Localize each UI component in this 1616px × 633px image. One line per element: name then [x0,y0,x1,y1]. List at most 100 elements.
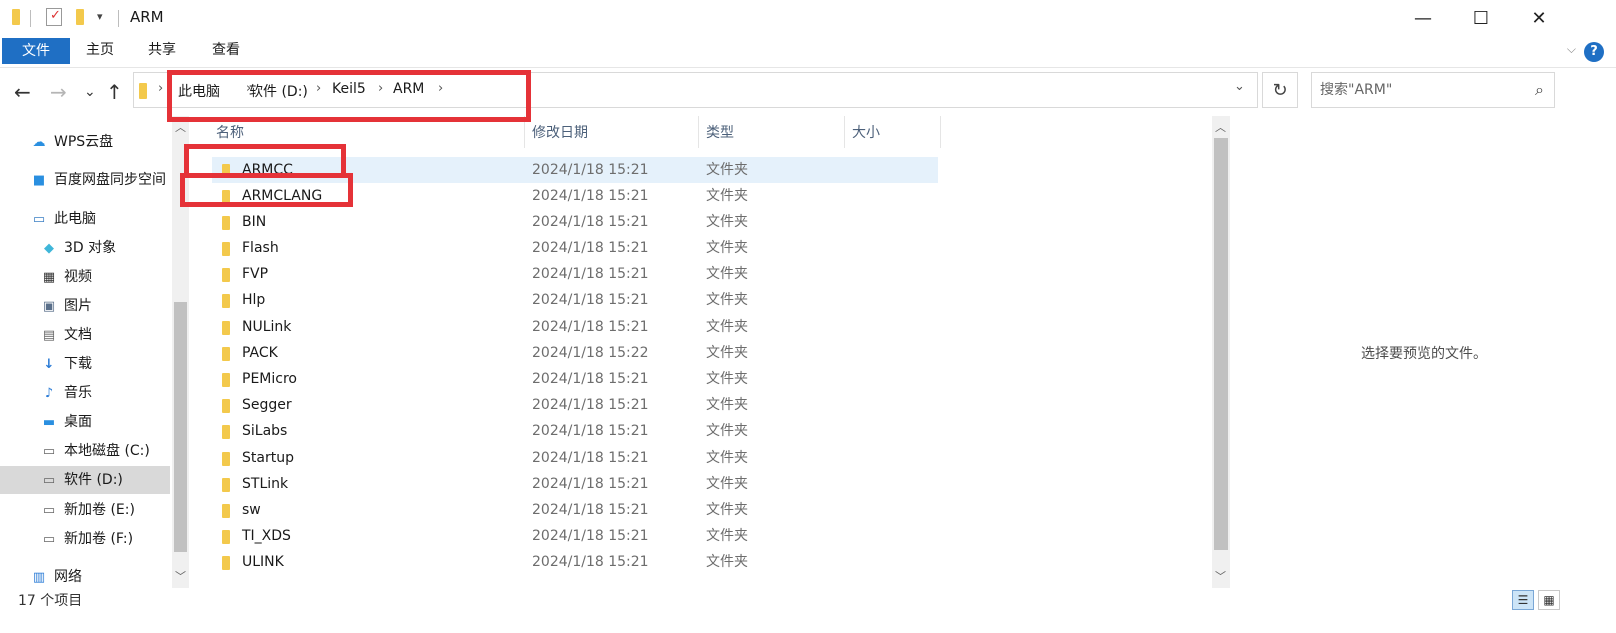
properties-check-icon[interactable]: ✓ [46,8,62,26]
search-icon[interactable]: ⌕ [1535,80,1544,100]
file-type: 文件夹 [706,214,748,230]
sidebar-item-videos[interactable]: ▦ 视频 [0,263,170,291]
scroll-down-icon[interactable]: ﹀ [175,568,186,584]
file-list-scrollbar[interactable]: ︿ ﹀ [1212,116,1230,588]
sidebar-item-network[interactable]: ▥ 网络 [0,563,170,588]
large-icons-view-button[interactable]: ▦ [1538,590,1560,610]
file-date: 2024/1/18 15:21 [532,423,649,439]
sidebar-item-desktop[interactable]: ▬ 桌面 [0,408,170,436]
new-folder-icon[interactable] [76,9,84,25]
recent-locations-button[interactable]: ⌄ [84,84,96,100]
search-input[interactable] [1320,74,1520,106]
chevron-right-icon[interactable]: › [158,81,163,96]
sidebar-item-documents[interactable]: ▤ 文档 [0,321,170,349]
table-row[interactable]: NULink 2024/1/18 15:21 文件夹 [212,314,938,340]
table-row[interactable]: FVP 2024/1/18 15:21 文件夹 [212,261,938,287]
table-row[interactable]: STLink 2024/1/18 15:21 文件夹 [212,471,938,497]
column-divider[interactable] [698,116,699,148]
scroll-down-icon[interactable]: ﹀ [1215,568,1226,584]
breadcrumb-drive-d[interactable]: 软件 (D:) [249,81,308,101]
maximize-button[interactable]: ☐ [1452,0,1510,36]
sidebar-scroll-thumb[interactable] [174,302,187,552]
chevron-right-icon[interactable]: › [316,81,321,96]
sidebar-item-music[interactable]: ♪ 音乐 [0,379,170,407]
table-row[interactable]: Startup 2024/1/18 15:21 文件夹 [212,445,938,471]
chevron-right-icon[interactable]: › [378,81,383,96]
sidebar-item-baidu-netdisk[interactable]: ■ 百度网盘同步空间 [0,166,170,194]
sidebar-item-drive-d[interactable]: ▭ 软件 (D:) [0,466,170,494]
table-row[interactable]: BIN 2024/1/18 15:21 文件夹 [212,209,938,235]
drive-icon: ▭ [42,503,56,518]
column-header-size[interactable]: 大小 [846,116,880,150]
pictures-icon: ▣ [42,299,56,314]
column-divider[interactable] [940,116,941,148]
column-divider[interactable] [844,116,845,148]
sidebar-item-label: 此电脑 [54,211,96,227]
folder-icon [222,556,230,570]
chevron-right-icon[interactable]: › [438,81,443,96]
breadcrumb-this-pc[interactable]: 此电脑 [178,81,220,101]
quick-access-dropdown-icon[interactable]: ▾ [97,10,103,23]
sidebar-item-label: 下载 [64,356,92,372]
sidebar-item-wps-cloud[interactable]: ☁ WPS云盘 [0,128,170,156]
table-row[interactable]: TI_XDS 2024/1/18 15:21 文件夹 [212,523,938,549]
forward-button[interactable]: → [50,80,67,104]
breadcrumb-keil5[interactable]: Keil5 [332,81,366,97]
tab-share[interactable]: 共享 [132,36,192,64]
drive-icon: ▭ [42,473,56,488]
sidebar-item-pictures[interactable]: ▣ 图片 [0,292,170,320]
search-box[interactable]: ⌕ [1311,72,1555,108]
table-row[interactable]: PEMicro 2024/1/18 15:21 文件夹 [212,366,938,392]
tab-home[interactable]: 主页 [70,36,130,64]
sidebar-item-drive-f[interactable]: ▭ 新加卷 (F:) [0,525,170,553]
file-list-scroll-thumb[interactable] [1214,138,1228,550]
sidebar-scrollbar[interactable]: ︿ ﹀ [172,116,189,588]
file-date: 2024/1/18 15:21 [532,502,649,518]
table-row[interactable]: PACK 2024/1/18 15:22 文件夹 [212,340,938,366]
preview-pane: 选择要预览的文件。 [1232,116,1616,588]
sidebar-item-label: 桌面 [64,414,92,430]
breadcrumb-arm[interactable]: ARM [393,81,424,97]
table-row[interactable]: ULINK 2024/1/18 15:21 文件夹 [212,549,938,575]
sidebar-item-downloads[interactable]: ↓ 下载 [0,350,170,378]
table-row[interactable]: SiLabs 2024/1/18 15:21 文件夹 [212,418,938,444]
file-type: 文件夹 [706,554,748,570]
sidebar-item-3d-objects[interactable]: ◆ 3D 对象 [0,234,170,262]
video-icon: ▦ [42,270,56,285]
sidebar-item-drive-c[interactable]: ▭ 本地磁盘 (C:) [0,437,170,465]
scroll-up-icon[interactable]: ︿ [1215,119,1226,135]
folder-icon [222,347,230,361]
tab-file[interactable]: 文件 [2,38,70,64]
column-divider[interactable] [524,116,525,148]
folder-icon [222,190,230,204]
column-header-type[interactable]: 类型 [700,116,734,150]
table-row[interactable]: ARMCLANG 2024/1/18 15:21 文件夹 [212,183,938,209]
address-dropdown-icon[interactable]: ⌄ [1234,79,1245,94]
column-header-date[interactable]: 修改日期 [526,116,588,150]
file-date: 2024/1/18 15:21 [532,371,649,387]
file-type: 文件夹 [706,397,748,413]
folder-icon [222,216,230,230]
table-row[interactable]: Segger 2024/1/18 15:21 文件夹 [212,392,938,418]
help-icon[interactable]: ? [1584,42,1604,62]
minimize-button[interactable]: — [1394,0,1452,36]
back-button[interactable]: ← [14,80,31,104]
scroll-up-icon[interactable]: ︿ [175,119,186,135]
table-row[interactable]: ARMCC 2024/1/18 15:21 文件夹 [212,157,938,183]
ribbon-expand-icon[interactable]: ⌵ [1567,42,1576,57]
column-header-name[interactable]: 名称 [210,116,244,150]
window-title: ARM [130,8,164,26]
address-bar[interactable]: › 此电脑 › 软件 (D:) › Keil5 › ARM › ⌄ [133,72,1258,108]
file-type: 文件夹 [706,423,748,439]
close-button[interactable]: ✕ [1510,0,1568,36]
folder-icon [222,478,230,492]
sidebar-item-this-pc[interactable]: ▭ 此电脑 [0,205,170,233]
details-view-button[interactable]: ☰ [1512,590,1534,610]
tab-view[interactable]: 查看 [196,36,256,64]
table-row[interactable]: Flash 2024/1/18 15:21 文件夹 [212,235,938,261]
refresh-button[interactable]: ↻ [1262,72,1298,108]
table-row[interactable]: Hlp 2024/1/18 15:21 文件夹 [212,287,938,313]
table-row[interactable]: sw 2024/1/18 15:21 文件夹 [212,497,938,523]
sidebar-item-drive-e[interactable]: ▭ 新加卷 (E:) [0,496,170,524]
up-button[interactable]: ↑ [106,80,123,104]
